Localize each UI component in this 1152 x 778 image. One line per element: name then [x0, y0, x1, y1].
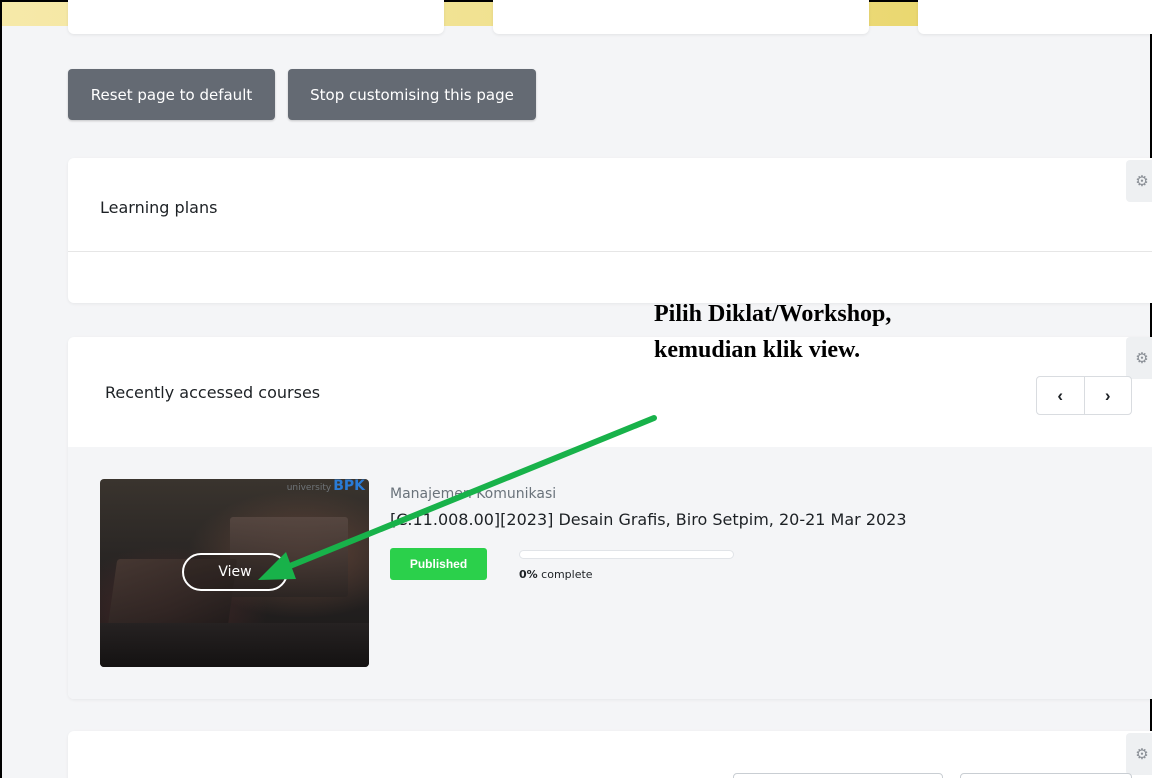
recent-courses-title: Recently accessed courses	[105, 383, 321, 402]
recent-courses-settings[interactable]: ⚙	[1126, 337, 1152, 379]
learning-plans-divider	[68, 251, 1152, 252]
progress-suffix: complete	[537, 568, 593, 581]
gear-icon: ⚙	[1135, 173, 1149, 190]
annotation-line-2: kemudian klik view.	[654, 337, 861, 363]
logo-big-text: BPK	[333, 479, 365, 494]
top-summary-card-3	[918, 0, 1152, 34]
view-course-button[interactable]: View	[182, 553, 288, 591]
next-block-settings[interactable]: ⚙	[1126, 733, 1152, 775]
annotation-line-1: Pilih Diklat/Workshop,	[654, 301, 892, 327]
learning-plans-title: Learning plans	[100, 198, 218, 217]
course-name-link[interactable]: [C.11.008.00][2023] Desain Grafis, Biro …	[390, 510, 907, 529]
top-summary-card-2	[493, 0, 869, 34]
chevron-right-icon[interactable]: ›	[1083, 377, 1132, 414]
gear-icon: ⚙	[1135, 746, 1149, 763]
progress-bar	[519, 550, 734, 559]
course-image-logo: university BPK	[287, 479, 365, 493]
reset-page-button[interactable]: Reset page to default	[68, 69, 275, 120]
learning-plans-settings[interactable]: ⚙	[1126, 160, 1152, 202]
chevron-left-icon[interactable]: ‹	[1037, 377, 1084, 414]
status-badge: Published	[390, 548, 487, 580]
bottom-partial-button-1[interactable]	[733, 773, 943, 778]
image-desk-shape	[100, 623, 369, 667]
stop-customising-button[interactable]: Stop customising this page	[288, 69, 536, 120]
tutorial-annotation: Pilih Diklat/Workshop, kemudian klik vie…	[654, 296, 891, 368]
bottom-partial-button-2[interactable]	[960, 773, 1132, 778]
next-block	[68, 731, 1152, 778]
course-image[interactable]: university BPK View	[100, 479, 369, 667]
learning-plans-block: Learning plans	[68, 158, 1152, 303]
top-summary-card-1	[68, 0, 444, 34]
progress-text: 0% complete	[519, 568, 593, 581]
gear-icon: ⚙	[1135, 350, 1149, 367]
course-carousel-nav: ‹ ›	[1036, 376, 1132, 415]
logo-small-text: university	[286, 483, 332, 493]
course-category: Manajemen Komunikasi	[390, 486, 557, 502]
progress-value: 0%	[519, 568, 538, 581]
